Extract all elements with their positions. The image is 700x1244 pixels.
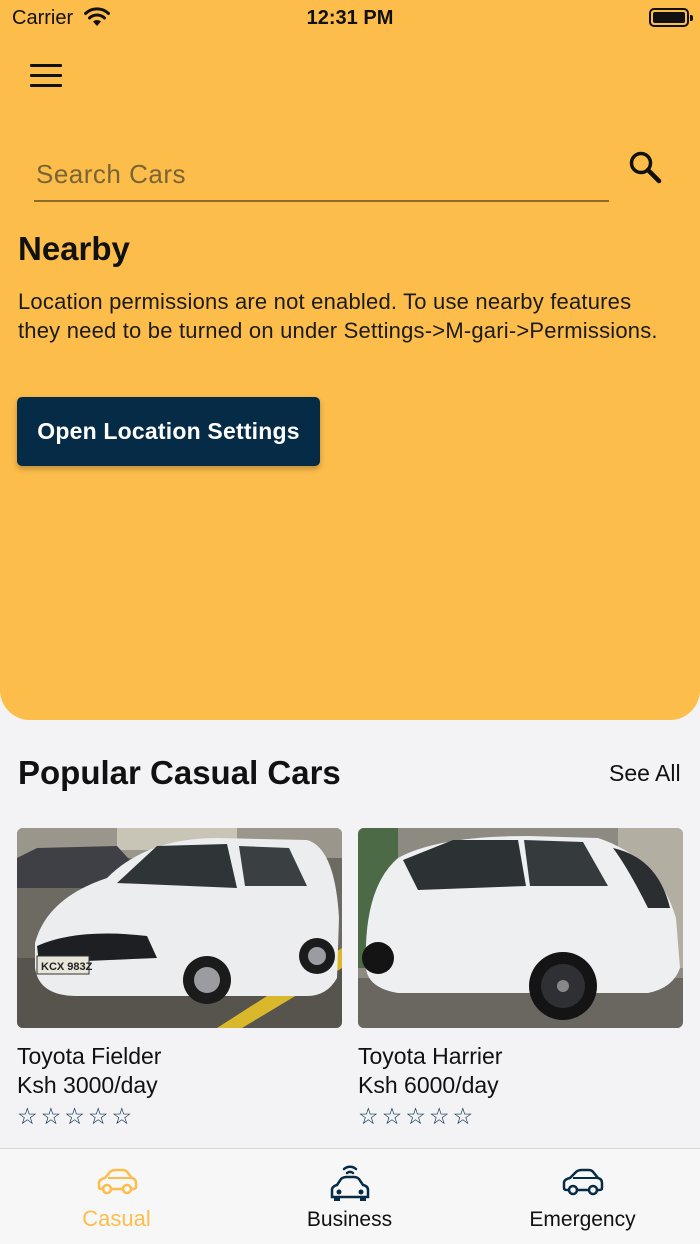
tab-casual-label: Casual — [82, 1206, 151, 1231]
rating-stars[interactable]: ☆ ☆ ☆ ☆ ☆ — [358, 1104, 683, 1128]
tab-casual[interactable]: Casual — [0, 1149, 233, 1244]
star-icon[interactable]: ☆ — [429, 1104, 450, 1128]
star-icon[interactable]: ☆ — [41, 1104, 62, 1128]
connected-car-icon — [330, 1165, 369, 1201]
bottom-tab-bar: Casual Business Emergency — [0, 1148, 700, 1244]
tab-emergency-label: Emergency — [529, 1208, 636, 1231]
car-card[interactable]: KCX 983Z Toyota Fielder Ksh 3000/day ☆ ☆… — [17, 828, 342, 1128]
star-icon[interactable]: ☆ — [405, 1104, 426, 1128]
star-icon[interactable]: ☆ — [358, 1104, 379, 1128]
status-bar: Carrier 12:31 PM — [0, 0, 700, 36]
license-plate: KCX 983Z — [41, 961, 93, 973]
open-location-settings-button[interactable]: Open Location Settings — [17, 397, 320, 466]
car-photo-toyota-fielder: KCX 983Z — [17, 828, 342, 1028]
star-icon[interactable]: ☆ — [64, 1104, 85, 1128]
star-icon[interactable]: ☆ — [453, 1104, 474, 1128]
hamburger-menu-icon[interactable] — [30, 64, 66, 92]
star-icon[interactable]: ☆ — [112, 1104, 133, 1128]
header-panel — [0, 0, 700, 720]
search-input[interactable] — [34, 148, 609, 202]
nearby-heading: Nearby — [18, 230, 130, 267]
emergency-car-icon — [562, 1168, 603, 1196]
car-icon — [97, 1168, 137, 1195]
star-icon[interactable]: ☆ — [88, 1104, 109, 1128]
star-icon[interactable]: ☆ — [17, 1104, 38, 1128]
popular-section-title: Popular Casual Cars — [18, 754, 341, 791]
see-all-link[interactable]: See All — [609, 760, 681, 787]
car-name: Toyota Fielder — [17, 1043, 162, 1069]
search-icon[interactable] — [626, 148, 664, 186]
battery-icon — [649, 8, 693, 27]
car-name: Toyota Harrier — [358, 1043, 503, 1069]
tab-business[interactable]: Business — [233, 1149, 466, 1244]
location-permission-message: Location permissions are not enabled. To… — [18, 289, 658, 343]
car-price: Ksh 3000/day — [17, 1072, 158, 1098]
car-price: Ksh 6000/day — [358, 1072, 499, 1098]
tab-emergency[interactable]: Emergency — [466, 1149, 699, 1244]
rating-stars[interactable]: ☆ ☆ ☆ ☆ ☆ — [17, 1104, 342, 1128]
tab-business-label: Business — [306, 1208, 393, 1231]
car-card[interactable]: Toyota Harrier Ksh 6000/day ☆ ☆ ☆ ☆ ☆ — [358, 828, 683, 1128]
car-photo-toyota-harrier — [358, 828, 683, 1028]
clock: 12:31 PM — [306, 7, 394, 29]
star-icon[interactable]: ☆ — [382, 1104, 403, 1128]
